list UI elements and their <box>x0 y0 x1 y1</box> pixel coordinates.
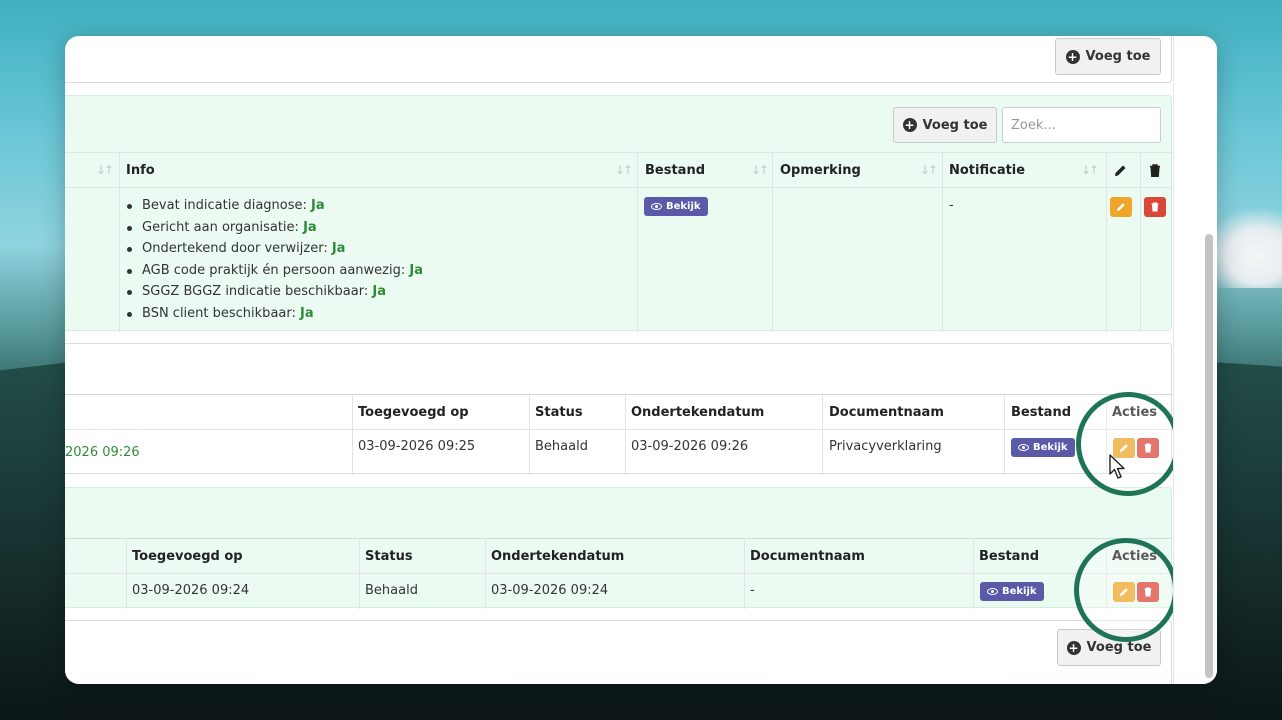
highlight-circle-privacy-actions <box>1076 392 1180 496</box>
status-cell: Behaald <box>535 439 588 454</box>
eye-icon <box>1018 444 1029 451</box>
bottom-panel: + Voeg toe <box>65 620 1172 684</box>
edit-button[interactable] <box>1110 197 1132 217</box>
sort-icon: ↓↑ <box>615 163 633 177</box>
mouse-cursor-icon <box>1109 454 1125 479</box>
col-header-bestand[interactable]: Bestand <box>1011 395 1071 429</box>
add-button-top[interactable]: + Voeg toe <box>1055 38 1161 75</box>
col-header-toegevoegd[interactable]: Toegevoegd op <box>358 395 469 429</box>
toegevoegd-cell: 03-09-2026 09:25 <box>358 439 476 454</box>
indication-panel: + Voeg toe ↓↑ Info ↓↑ Bestand ↓↑ Opmerki… <box>65 95 1172 332</box>
col-header-documentnaam[interactable]: Documentnaam <box>829 395 944 429</box>
view-file-button[interactable]: Bekijk <box>1011 438 1075 457</box>
add-button-label: Voeg toe <box>922 117 988 133</box>
status-cell: Behaald <box>365 583 418 598</box>
privacy-panel: Toegevoegd op Status Ondertekendatum Doc… <box>65 343 1172 475</box>
toegevoegd-cell: 03-09-2026 09:24 <box>132 583 250 598</box>
add-button-indication[interactable]: + Voeg toe <box>893 107 997 143</box>
col-header-notificatie[interactable]: Notificatie <box>949 153 1025 187</box>
list-item: Gericht aan organisatie: Ja <box>125 217 423 239</box>
col-header-documentnaam[interactable]: Documentnaam <box>750 539 865 573</box>
col-header-bestand[interactable]: Bestand <box>645 153 705 187</box>
highlight-circle-document-actions <box>1074 538 1178 642</box>
scrollbar[interactable] <box>1173 36 1217 684</box>
view-file-label: Bekijk <box>1002 586 1037 597</box>
trash-icon <box>1150 163 1160 177</box>
top-panel: + Voeg toe <box>65 36 1172 83</box>
view-file-label: Bekijk <box>1033 442 1068 453</box>
documentnaam-cell: Privacyverklaring <box>829 439 942 454</box>
search-input[interactable] <box>1002 107 1161 143</box>
add-button-label: Voeg toe <box>1086 640 1152 655</box>
partial-date-cell: 2026 09:26 <box>65 445 140 460</box>
list-item: SGGZ BGGZ indicatie beschikbaar: Ja <box>125 281 423 303</box>
eye-icon <box>987 588 998 595</box>
list-item: BSN client beschikbaar: Ja <box>125 303 423 325</box>
sort-icon: ↓↑ <box>96 163 114 177</box>
notificatie-value: - <box>949 198 954 213</box>
eye-icon <box>651 203 662 210</box>
col-header-opmerking[interactable]: Opmerking <box>780 153 861 187</box>
col-header-ondertekendatum[interactable]: Ondertekendatum <box>491 539 624 573</box>
info-list: Bevat indicatie diagnose: Ja Gericht aan… <box>125 195 423 325</box>
sort-icon: ↓↑ <box>920 163 938 177</box>
pencil-icon <box>1115 165 1126 176</box>
documentnaam-cell: - <box>750 583 755 598</box>
col-header-status[interactable]: Status <box>535 395 583 429</box>
col-header-delete <box>1149 153 1161 187</box>
view-file-label: Bekijk <box>666 201 701 212</box>
pencil-icon <box>1117 203 1125 211</box>
view-file-button[interactable]: Bekijk <box>644 197 708 216</box>
col-header-status[interactable]: Status <box>365 539 413 573</box>
plus-circle-icon: + <box>1066 640 1081 655</box>
trash-icon <box>1151 202 1159 212</box>
scroll-divider <box>1173 36 1174 684</box>
sort-icon: ↓↑ <box>751 163 769 177</box>
add-button-label: Voeg toe <box>1085 49 1151 64</box>
view-file-button[interactable]: Bekijk <box>980 582 1044 601</box>
plus-circle-icon: + <box>902 118 917 132</box>
col-header-ondertekendatum[interactable]: Ondertekendatum <box>631 395 764 429</box>
list-item: Ondertekend door verwijzer: Ja <box>125 238 423 260</box>
col-header-edit <box>1114 153 1127 187</box>
col-header-bestand[interactable]: Bestand <box>979 539 1039 573</box>
list-item: Bevat indicatie diagnose: Ja <box>125 195 423 217</box>
col-header-toegevoegd[interactable]: Toegevoegd op <box>132 539 243 573</box>
ondertekendatum-cell: 03-09-2026 09:26 <box>631 439 749 454</box>
delete-button[interactable] <box>1144 197 1166 217</box>
plus-circle-icon: + <box>1065 49 1080 64</box>
sort-icon: ↓↑ <box>1081 163 1099 177</box>
ondertekendatum-cell: 03-09-2026 09:24 <box>491 583 609 598</box>
document-panel: Toegevoegd op Status Ondertekendatum Doc… <box>65 487 1172 609</box>
col-header-info[interactable]: Info <box>126 153 155 187</box>
scrollbar-thumb[interactable] <box>1205 234 1213 678</box>
app-window: + Voeg toe + Voeg toe ↓↑ Info ↓↑ Bestand… <box>65 36 1217 684</box>
list-item: AGB code praktijk én persoon aanwezig: J… <box>125 260 423 282</box>
page-content: + Voeg toe + Voeg toe ↓↑ Info ↓↑ Bestand… <box>65 36 1180 684</box>
